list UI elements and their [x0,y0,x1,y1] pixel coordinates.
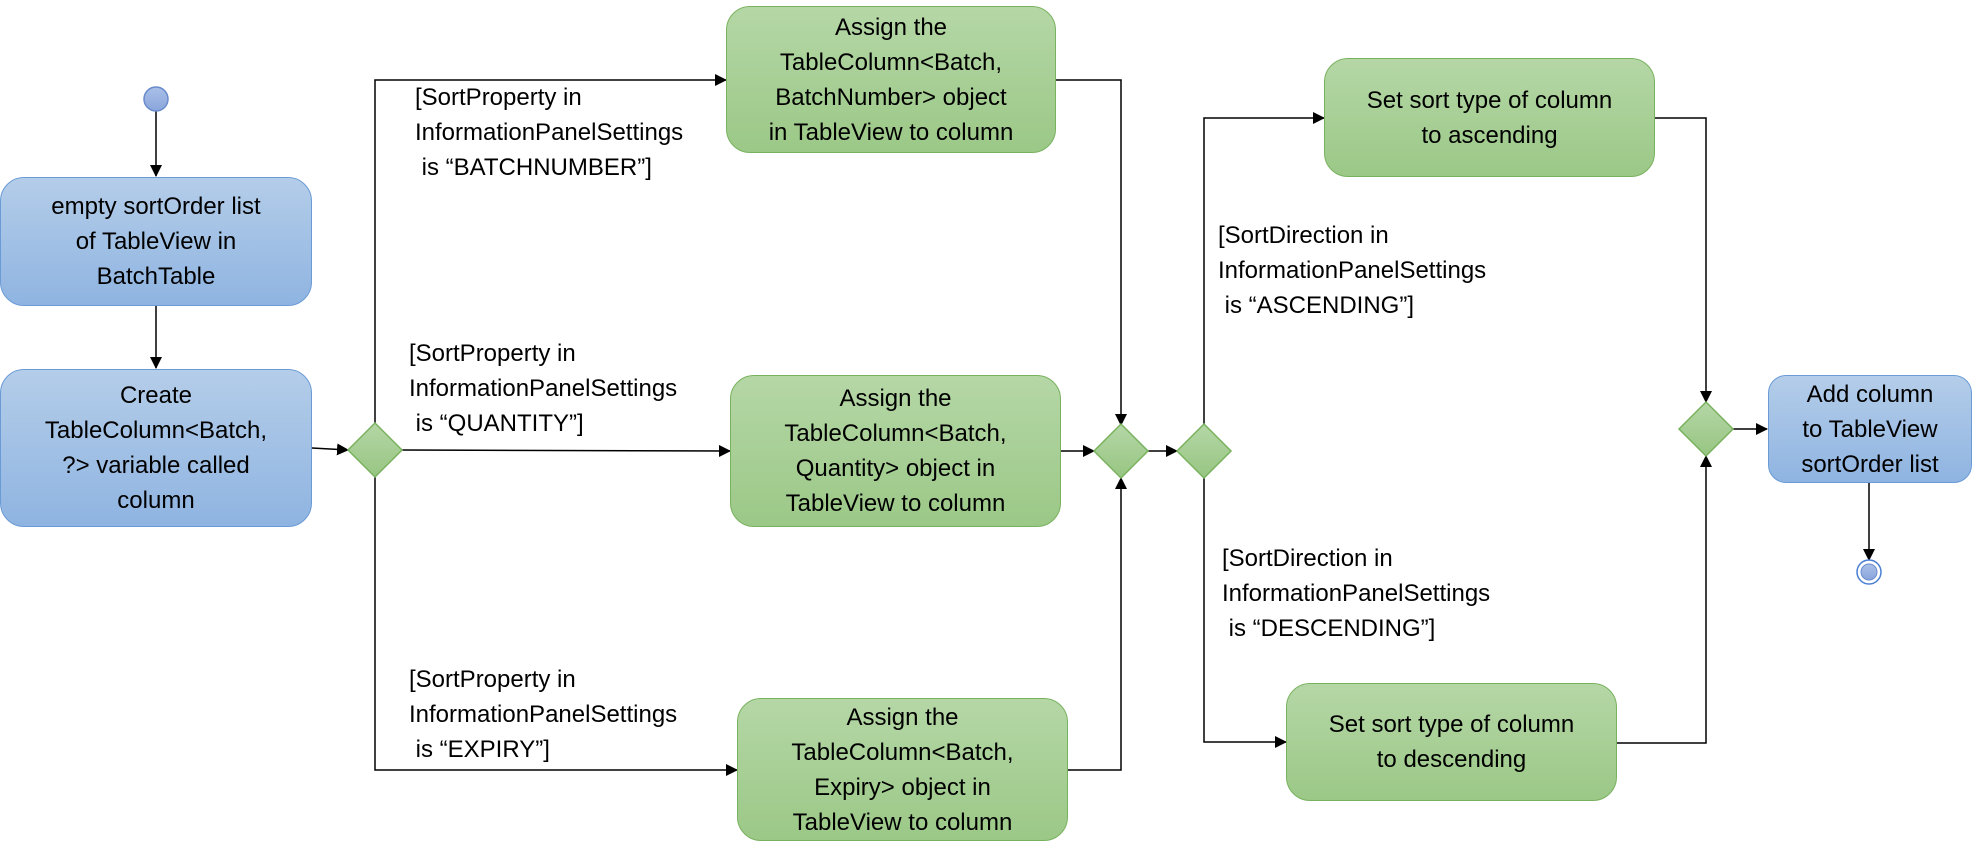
action-assign-batchnumber: Assign the TableColumn<Batch, BatchNumbe… [726,6,1056,153]
action-create-column: Create TableColumn<Batch, ?> variable ca… [0,369,312,527]
fork-decision-diamond [346,421,404,479]
action-label: Add column to TableView sortOrder list [1801,380,1939,478]
action-set-descending: Set sort type of column to descending [1286,683,1617,801]
action-label: empty sortOrder list of TableView in Bat… [51,193,261,290]
action-set-ascending: Set sort type of column to ascending [1324,58,1655,177]
action-label: Create TableColumn<Batch, ?> variable ca… [44,382,268,514]
action-add-column: Add column to TableView sortOrder list [1768,375,1972,483]
action-empty-sort-order: empty sortOrder list of TableView in Bat… [0,177,312,306]
guard-ascending: [SortDirection in InformationPanelSettin… [1218,222,1487,319]
direction-decision-diamond [1175,422,1233,480]
edge-descending-to-merge2 [1610,455,1712,744]
action-assign-quantity: Assign the TableColumn<Batch, Quantity> … [730,375,1061,527]
action-label: Assign the TableColumn<Batch, Expiry> ob… [791,703,1014,836]
direction-merge-diamond [1677,400,1735,458]
edge-expiry-to-merge [1068,477,1127,771]
final-node [1860,563,1878,581]
action-label: Assign the TableColumn<Batch, Quantity> … [784,385,1007,517]
action-label: Set sort type of column to ascending [1366,86,1613,149]
edge-fork-to-quantity [401,444,731,457]
action-label: Set sort type of column to descending [1328,711,1575,773]
guard-quantity: [SortProperty in InformationPanelSetting… [409,340,678,437]
guard-expiry: [SortProperty in InformationPanelSetting… [409,666,678,763]
edge-batchnumber-to-merge [1056,79,1127,426]
initial-node [143,86,169,112]
action-assign-expiry: Assign the TableColumn<Batch, Expiry> ob… [737,698,1068,841]
merge-diamond [1092,422,1150,480]
guard-descending: [SortDirection in InformationPanelSettin… [1222,545,1491,642]
guard-batchnumber: [SortProperty in InformationPanelSetting… [415,84,684,181]
action-label: Assign the TableColumn<Batch, BatchNumbe… [768,13,1014,146]
edge-create-to-fork [311,443,349,456]
edge-ascending-to-merge2 [1655,117,1712,403]
